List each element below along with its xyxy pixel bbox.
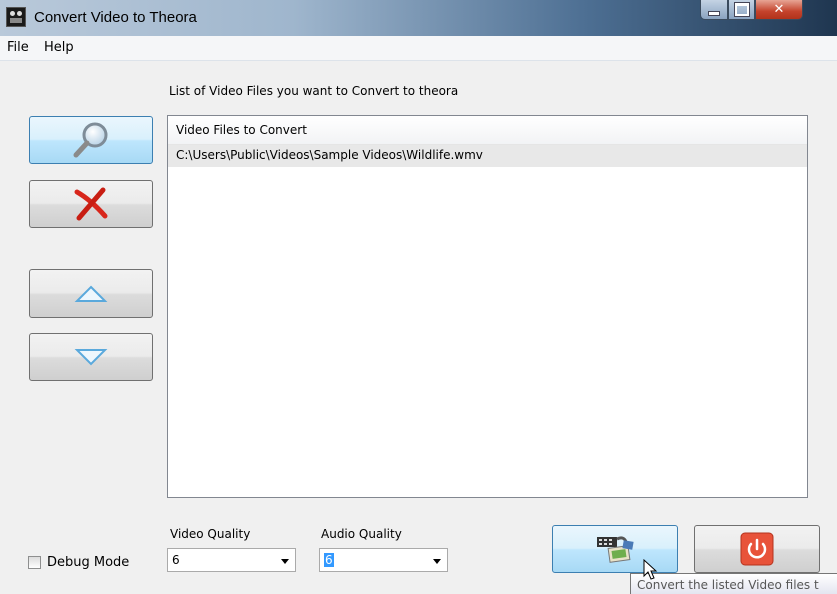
list-item[interactable]: C:\Users\Public\Videos\Sample Videos\Wil…	[168, 145, 807, 167]
triangle-down-icon	[74, 349, 108, 366]
video-quality-value: 6	[172, 553, 180, 567]
triangle-up-icon	[74, 285, 108, 302]
audio-quality-select[interactable]: 6	[319, 548, 448, 572]
convert-button[interactable]	[552, 525, 678, 573]
window-title: Convert Video to Theora	[34, 9, 197, 26]
app-window: Convert Video to Theora ✕ File Help List…	[0, 0, 837, 594]
move-up-button[interactable]	[29, 269, 153, 318]
list-item-path: C:\Users\Public\Videos\Sample Videos\Wil…	[176, 148, 483, 162]
maximize-icon	[734, 3, 749, 16]
film-convert-icon	[597, 536, 634, 563]
mouse-cursor-icon	[643, 559, 658, 580]
debug-mode-label: Debug Mode	[47, 555, 130, 570]
minimize-button[interactable]	[700, 0, 728, 20]
audio-quality-label: Audio Quality	[321, 527, 402, 541]
remove-button[interactable]	[29, 180, 153, 228]
browse-button[interactable]	[29, 116, 153, 164]
column-header-video-files[interactable]: Video Files to Convert	[168, 116, 807, 145]
video-quality-label: Video Quality	[170, 527, 251, 541]
debug-mode-checkbox-row[interactable]: Debug Mode	[28, 555, 129, 570]
app-film-icon	[6, 7, 26, 27]
convert-tooltip: Convert the listed Video files t	[630, 573, 837, 594]
red-x-icon	[74, 187, 108, 221]
maximize-button[interactable]	[728, 0, 755, 20]
menu-bar: File Help	[0, 36, 837, 61]
power-icon	[740, 532, 774, 566]
menu-file[interactable]: File	[7, 40, 29, 55]
debug-mode-checkbox[interactable]	[28, 556, 41, 569]
exit-button[interactable]	[694, 525, 820, 573]
column-header-label: Video Files to Convert	[176, 123, 307, 137]
chevron-down-icon	[281, 559, 289, 564]
audio-quality-value: 6	[324, 553, 334, 567]
chevron-down-icon	[433, 559, 441, 564]
caption-buttons: ✕	[700, 0, 803, 22]
magnifier-icon	[73, 122, 108, 158]
list-label: List of Video Files you want to Convert …	[169, 84, 459, 98]
video-quality-select[interactable]: 6	[167, 548, 296, 572]
minimize-icon	[708, 11, 720, 16]
title-bar[interactable]: Convert Video to Theora ✕	[0, 0, 837, 36]
video-file-list[interactable]: Video Files to Convert C:\Users\Public\V…	[167, 115, 808, 498]
close-button[interactable]: ✕	[755, 0, 803, 20]
menu-help[interactable]: Help	[44, 40, 74, 55]
close-icon: ✕	[773, 2, 785, 17]
move-down-button[interactable]	[29, 333, 153, 381]
